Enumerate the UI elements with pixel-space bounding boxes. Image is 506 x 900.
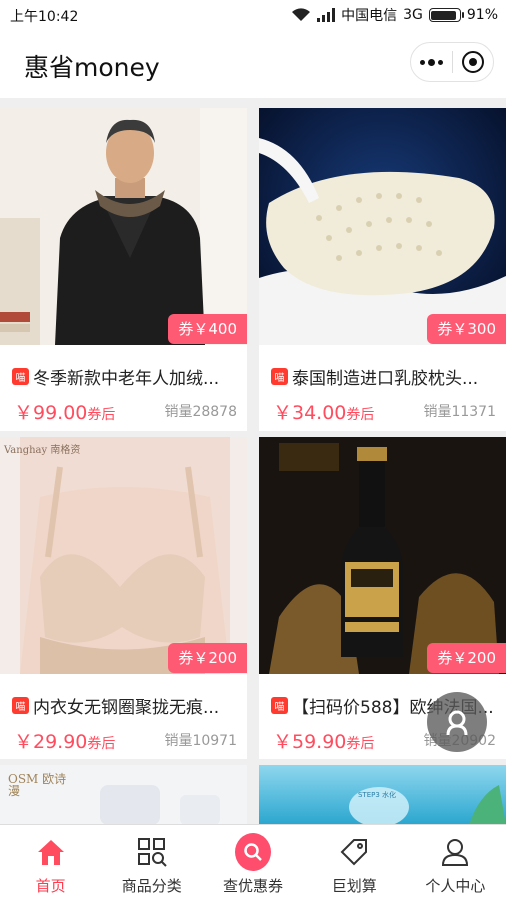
user-icon xyxy=(437,835,473,869)
product-title-text: 冬季新款中老年人加绒... xyxy=(33,369,220,389)
coupon-badge: 券￥200 xyxy=(427,643,506,673)
status-bar: 上午10:42 中国电信 3G 91% xyxy=(0,0,506,30)
coupon-badge: 券￥400 xyxy=(168,314,247,344)
wifi-icon xyxy=(292,8,311,21)
product-sales: 销量28878 xyxy=(164,404,237,420)
product-title-text: 泰国制造进口乳胶枕头... xyxy=(292,369,479,389)
product-price: ￥34.00券后 xyxy=(273,398,374,425)
home-icon xyxy=(33,835,69,869)
carrier-label: 中国电信 xyxy=(341,8,398,24)
product-image[interactable]: Vanghay 南格资 券￥200 xyxy=(0,437,247,674)
tmall-badge-icon: 喵 xyxy=(271,368,288,385)
more-button[interactable] xyxy=(411,43,452,81)
product-title-text: 内衣女无钢圈聚拢无痕... xyxy=(33,698,220,718)
product-sales: 销量11371 xyxy=(423,404,496,420)
price-suffix: 券后 xyxy=(346,407,375,423)
tab-coupon-search[interactable]: 查优惠券 xyxy=(202,825,303,900)
brand-watermark: STEP3 水化 xyxy=(357,791,397,799)
tab-label: 首页 xyxy=(35,877,66,895)
miniprogram-capsule xyxy=(410,42,494,82)
close-button[interactable] xyxy=(452,43,493,81)
category-icon xyxy=(134,835,170,869)
price-value: ￥99.00 xyxy=(14,402,88,424)
price-suffix: 券后 xyxy=(87,407,116,423)
price-value: ￥59.90 xyxy=(273,731,347,753)
battery-label: 91% xyxy=(466,7,498,23)
tmall-badge-icon: 喵 xyxy=(12,368,29,385)
tab-home[interactable]: 首页 xyxy=(0,825,101,900)
product-card[interactable]: STEP3 水化 xyxy=(259,765,506,825)
app-title: 惠省money xyxy=(24,53,160,82)
product-image[interactable]: 券￥200 xyxy=(259,437,506,674)
product-title[interactable]: 喵 内衣女无钢圈聚拢无痕... xyxy=(12,693,240,718)
product-image[interactable]: 券￥400 xyxy=(0,108,247,345)
customer-service-button[interactable] xyxy=(427,692,487,752)
product-sales: 销量10971 xyxy=(164,733,237,749)
product-price: ￥99.00券后 xyxy=(14,398,115,425)
network-label: 3G xyxy=(403,7,423,23)
tab-category[interactable]: 商品分类 xyxy=(101,825,202,900)
product-card[interactable]: 券￥300 喵 泰国制造进口乳胶枕头... ￥34.00券后 销量11371 xyxy=(259,108,506,431)
product-card[interactable]: OSM 欧诗漫 xyxy=(0,765,247,825)
price-value: ￥29.90 xyxy=(14,731,88,753)
tab-profile[interactable]: 个人中心 xyxy=(405,825,506,900)
tmall-badge-icon: 喵 xyxy=(271,697,288,714)
brand-watermark: OSM 欧诗漫 xyxy=(8,772,67,798)
coupon-badge: 券￥300 xyxy=(427,314,506,344)
coupon-badge: 券￥200 xyxy=(168,643,247,673)
target-icon xyxy=(461,51,484,73)
product-card[interactable]: 券￥400 喵 冬季新款中老年人加绒... ￥99.00券后 销量28878 xyxy=(0,108,247,431)
search-icon xyxy=(235,833,271,871)
status-time: 上午10:42 xyxy=(10,9,79,25)
tab-label: 查优惠券 xyxy=(223,877,284,895)
bottom-tab-bar: 首页 商品分类 查优惠券 巨划算 个人中心 xyxy=(0,824,506,900)
product-title[interactable]: 喵 泰国制造进口乳胶枕头... xyxy=(271,364,499,389)
product-title[interactable]: 喵 冬季新款中老年人加绒... xyxy=(12,364,240,389)
status-right: 中国电信 3G 91% xyxy=(291,5,498,25)
product-card[interactable]: Vanghay 南格资 券￥200 喵 内衣女无钢圈聚拢无痕... ￥29.90… xyxy=(0,437,247,759)
price-value: ￥34.00 xyxy=(273,402,347,424)
tab-label: 巨划算 xyxy=(331,877,377,895)
tag-icon xyxy=(336,835,372,869)
product-price: ￥29.90券后 xyxy=(14,727,115,754)
tab-deals[interactable]: 巨划算 xyxy=(304,825,405,900)
battery-icon xyxy=(428,8,464,22)
nav-bar: 惠省money xyxy=(0,30,506,98)
price-suffix: 券后 xyxy=(346,736,375,752)
signal-icon xyxy=(317,8,336,22)
tab-label: 商品分类 xyxy=(121,877,182,895)
product-image[interactable]: 券￥300 xyxy=(259,108,506,345)
price-suffix: 券后 xyxy=(87,736,116,752)
service-icon xyxy=(446,710,468,736)
tab-label: 个人中心 xyxy=(425,877,486,895)
brand-watermark: Vanghay 南格资 xyxy=(4,445,81,456)
product-price: ￥59.90券后 xyxy=(273,727,374,754)
tmall-badge-icon: 喵 xyxy=(12,697,29,714)
